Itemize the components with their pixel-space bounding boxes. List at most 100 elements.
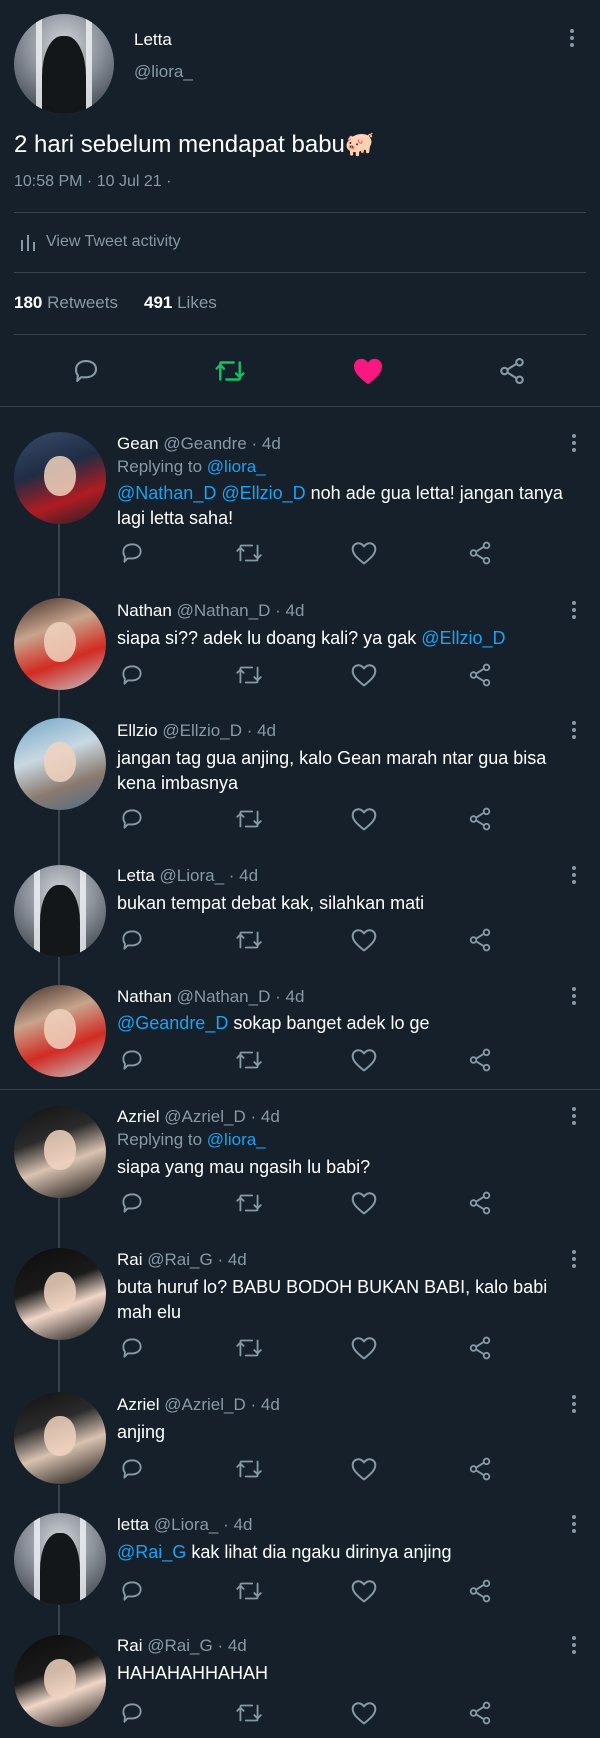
author-name[interactable]: Letta (134, 30, 172, 50)
more-options-icon[interactable] (571, 1636, 577, 1657)
more-options-icon[interactable] (569, 29, 575, 50)
replying-to-handle[interactable]: @liora_ (207, 457, 266, 476)
reply-author-handle[interactable]: @Liora_ (160, 866, 225, 885)
reply-button[interactable] (71, 356, 101, 386)
like-button[interactable] (350, 1700, 378, 1726)
share-button[interactable] (467, 1047, 493, 1073)
reply-author-name[interactable]: Ellzio (117, 721, 158, 740)
author-avatar[interactable] (14, 14, 114, 114)
reply-author-name[interactable]: Gean (117, 434, 159, 453)
like-button[interactable] (350, 1456, 378, 1482)
share-button[interactable] (467, 1578, 493, 1604)
reply-author-handle[interactable]: @Rai_G (147, 1636, 212, 1655)
reply-author-name[interactable]: Rai (117, 1636, 143, 1655)
share-button[interactable] (467, 540, 493, 566)
retweet-button[interactable] (234, 1190, 264, 1216)
retweet-button[interactable] (234, 806, 264, 832)
reply-avatar[interactable] (14, 1635, 106, 1727)
reply-author-handle[interactable]: @Rai_G (147, 1250, 212, 1269)
reply-button[interactable] (119, 1047, 145, 1073)
share-button[interactable] (467, 1700, 493, 1726)
reply-avatar[interactable] (14, 598, 106, 690)
reply-author-name[interactable]: Nathan (117, 987, 172, 1006)
replying-to-handle[interactable]: @liora_ (207, 1130, 266, 1149)
retweet-button[interactable] (234, 1047, 264, 1073)
more-options-icon[interactable] (571, 1107, 577, 1128)
reply-author-name[interactable]: Azriel (117, 1107, 160, 1126)
reply-author-handle[interactable]: @Liora_ (154, 1515, 219, 1534)
reply-button[interactable] (119, 927, 145, 953)
likes-stat[interactable]: 491 Likes (144, 293, 217, 313)
mention-link[interactable]: @Geandre_D (117, 1013, 228, 1033)
reply-avatar[interactable] (14, 1248, 106, 1340)
like-button[interactable] (352, 356, 384, 386)
retweet-button[interactable] (213, 356, 247, 386)
like-button[interactable] (350, 1047, 378, 1073)
reply-author-handle[interactable]: @Geandre (163, 434, 246, 453)
share-button[interactable] (467, 1335, 493, 1361)
reply-author-name[interactable]: Nathan (117, 601, 172, 620)
more-options-icon[interactable] (571, 1250, 577, 1271)
mention-link[interactable]: @Ellzio_D (421, 628, 505, 648)
like-button[interactable] (350, 927, 378, 953)
more-options-icon[interactable] (571, 601, 577, 622)
reply-button[interactable] (119, 1190, 145, 1216)
share-button[interactable] (467, 927, 493, 953)
more-options-icon[interactable] (571, 987, 577, 1008)
reply-button[interactable] (119, 806, 145, 832)
thread-line (58, 524, 60, 596)
reply-avatar[interactable] (14, 1106, 106, 1198)
reply-author-name[interactable]: Letta (117, 866, 155, 885)
more-options-icon[interactable] (571, 434, 577, 455)
reply-author-handle[interactable]: @Nathan_D (177, 987, 271, 1006)
share-button[interactable] (467, 806, 493, 832)
reply-avatar[interactable] (14, 865, 106, 957)
like-button[interactable] (350, 1578, 378, 1604)
reply-author-name[interactable]: letta (117, 1515, 149, 1534)
more-options-icon[interactable] (571, 1515, 577, 1536)
retweet-button[interactable] (234, 1700, 264, 1726)
reply-button[interactable] (119, 1578, 145, 1604)
retweet-button[interactable] (234, 662, 264, 688)
more-options-icon[interactable] (571, 1395, 577, 1416)
reply-avatar[interactable] (14, 718, 106, 810)
reply-author-handle[interactable]: @Azriel_D (164, 1395, 246, 1414)
view-tweet-activity[interactable]: View Tweet activity (20, 233, 181, 251)
reply-button[interactable] (119, 1335, 145, 1361)
reply-button[interactable] (119, 662, 145, 688)
more-options-icon[interactable] (571, 866, 577, 887)
share-button[interactable] (467, 662, 493, 688)
like-button[interactable] (350, 1190, 378, 1216)
share-button[interactable] (467, 1456, 493, 1482)
reply-author-name[interactable]: Azriel (117, 1395, 160, 1414)
like-button[interactable] (350, 662, 378, 688)
reply-author-handle[interactable]: @Nathan_D (177, 601, 271, 620)
retweet-button[interactable] (234, 1456, 264, 1482)
reply-avatar[interactable] (14, 1513, 106, 1605)
reply-button[interactable] (119, 1456, 145, 1482)
like-button[interactable] (350, 1335, 378, 1361)
reply-button[interactable] (119, 1700, 145, 1726)
reply-avatar[interactable] (14, 1392, 106, 1484)
reply-author-name[interactable]: Rai (117, 1250, 143, 1269)
retweet-button[interactable] (234, 1335, 264, 1361)
share-button[interactable] (467, 1190, 493, 1216)
mention-link[interactable]: @Nathan_D (117, 483, 216, 503)
retweets-stat[interactable]: 180 Retweets (14, 293, 118, 313)
reply-avatar[interactable] (14, 985, 106, 1077)
more-options-icon[interactable] (571, 721, 577, 742)
retweet-button[interactable] (234, 927, 264, 953)
mention-link[interactable]: @Ellzio_D (221, 483, 305, 503)
reply-text: buta huruf lo? BABU BODOH BUKAN BABI, ka… (117, 1277, 548, 1322)
like-button[interactable] (350, 806, 378, 832)
like-button[interactable] (350, 540, 378, 566)
share-button[interactable] (497, 356, 527, 386)
reply-author-handle[interactable]: @Azriel_D (164, 1107, 246, 1126)
author-handle[interactable]: @liora_ (134, 62, 193, 82)
retweet-button[interactable] (234, 1578, 264, 1604)
reply-author-handle[interactable]: @Ellzio_D (162, 721, 242, 740)
reply-button[interactable] (119, 540, 145, 566)
mention-link[interactable]: @Rai_G (117, 1542, 186, 1562)
reply-avatar[interactable] (14, 432, 106, 524)
retweet-button[interactable] (234, 540, 264, 566)
